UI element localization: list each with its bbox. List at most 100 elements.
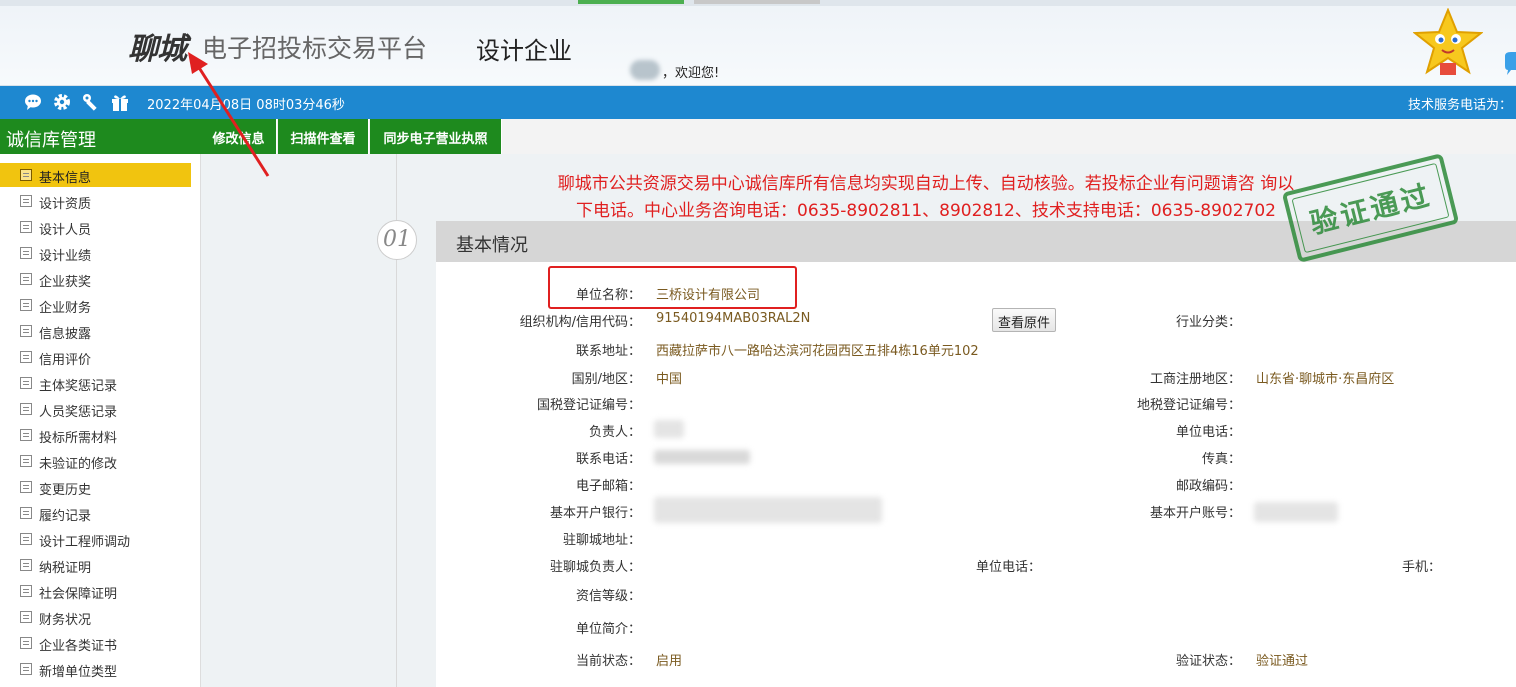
sidebar-item-social-security[interactable]: 社会保障证明 (0, 579, 191, 603)
tools-icon[interactable] (81, 92, 101, 112)
sidebar-item-finance[interactable]: 企业财务 (0, 293, 191, 317)
industry-label: 行业分类： (1175, 315, 1241, 330)
sidebar-item-certificates[interactable]: 企业各类证书 (0, 631, 191, 655)
document-icon (20, 611, 32, 623)
notice-banner: 聊城市公共资源交易中心诚信库所有信息均实现自动上传、自动核验。若投标企业有问题请… (436, 171, 1416, 225)
sidebar-item-label: 财务状况 (39, 613, 92, 628)
address-value: 西藏拉萨市八一路哈达滨河花园西区五排4栋16单元102 (656, 344, 979, 359)
sidebar-item-tax-proof[interactable]: 纳税证明 (0, 553, 191, 577)
sidebar-item-contract-records[interactable]: 履约记录 (0, 501, 191, 525)
sidebar-item-awards[interactable]: 企业获奖 (0, 267, 191, 291)
lc-principal-label: 驻聊城负责人： (549, 560, 641, 575)
country-value: 中国 (656, 372, 683, 387)
sidebar-item-entity-records[interactable]: 主体奖惩记录 (0, 371, 191, 395)
blurred-username (630, 60, 660, 80)
lc-address-label: 驻聊城地址： (562, 533, 641, 548)
sidebar-item-basic-info[interactable]: 基本信息 (0, 163, 191, 187)
document-icon (20, 403, 32, 415)
verify-status-label: 验证状态： (1175, 654, 1241, 669)
fax-label: 传真： (1201, 452, 1241, 467)
document-icon (20, 481, 32, 493)
document-icon (20, 455, 32, 467)
postcode-label: 邮政编码： (1175, 479, 1241, 494)
sidebar-item-design-qualification[interactable]: 设计资质 (0, 189, 191, 213)
logo-city: 聊城 (128, 32, 187, 67)
sidebar-item-label: 纳税证明 (39, 561, 92, 576)
sidebar-item-label: 履约记录 (39, 509, 92, 524)
sidebar-item-design-performance[interactable]: 设计业绩 (0, 241, 191, 265)
national-tax-label: 国税登记证编号： (536, 398, 641, 413)
document-icon (20, 195, 32, 207)
welcome-text: ，欢迎您! (662, 66, 720, 81)
sidebar-item-disclosure[interactable]: 信息披露 (0, 319, 191, 343)
user-role: 设计企业 (476, 37, 572, 65)
section-number: 01 (377, 220, 417, 260)
document-icon (20, 559, 32, 571)
sidebar-item-design-staff[interactable]: 设计人员 (0, 215, 191, 239)
verify-status-value: 验证通过 (1256, 654, 1309, 669)
document-icon (20, 507, 32, 519)
country-label: 国别/地区： (571, 372, 641, 387)
sidebar-item-financial-status[interactable]: 财务状况 (0, 605, 191, 629)
chat-icon[interactable] (23, 92, 43, 112)
mascot-star-icon[interactable] (1413, 8, 1483, 80)
contact-phone-label: 联系电话： (575, 452, 641, 467)
sidebar-item-label: 社会保障证明 (39, 587, 118, 602)
bank-account-redacted (1254, 502, 1338, 522)
sidebar-item-label: 设计工程师调动 (39, 535, 131, 550)
tab-sync-license[interactable]: 同步电子营业执照 (370, 119, 502, 154)
document-icon (20, 429, 32, 441)
chat-bubble-icon[interactable] (1503, 50, 1516, 78)
sidebar-item-bid-materials[interactable]: 投标所需材料 (0, 423, 191, 447)
sidebar-item-label: 设计资质 (39, 197, 92, 212)
top-tab-green[interactable] (578, 0, 684, 4)
gift-icon[interactable] (110, 92, 130, 112)
sidebar-item-unverified-changes[interactable]: 未验证的修改 (0, 449, 191, 473)
reg-area-label: 工商注册地区： (1149, 372, 1241, 387)
bank-value-redacted (654, 497, 882, 523)
bank-label: 基本开户银行： (549, 506, 641, 521)
email-label: 电子邮箱： (575, 479, 641, 494)
sidebar-item-label: 设计人员 (39, 223, 92, 238)
sidebar-item-engineer-transfer[interactable]: 设计工程师调动 (0, 527, 191, 551)
address-label: 联系地址： (575, 344, 641, 359)
sidebar-item-label: 人员奖惩记录 (39, 405, 118, 420)
document-icon (20, 221, 32, 233)
principal-value-redacted (654, 420, 684, 438)
document-icon (20, 663, 32, 675)
sidebar-item-new-unit-type[interactable]: 新增单位类型 (0, 657, 191, 681)
sidebar-item-label: 企业获奖 (39, 275, 92, 290)
sidebar-item-label: 企业各类证书 (39, 639, 118, 654)
profile-label: 单位简介： (575, 622, 641, 637)
sidebar-item-credit-rating[interactable]: 信用评价 (0, 345, 191, 369)
status-value: 启用 (656, 654, 683, 669)
support-phone-label: 技术服务电话为： (1407, 98, 1512, 113)
gear-icon[interactable] (52, 92, 72, 112)
sidebar-item-label: 变更历史 (39, 483, 92, 498)
sidebar-item-label: 基本信息 (39, 171, 92, 186)
principal-label: 负责人： (588, 425, 641, 440)
document-icon (20, 325, 32, 337)
tab-scan-view[interactable]: 扫描件查看 (278, 119, 369, 154)
sidebar-item-label: 新增单位类型 (39, 665, 118, 680)
sidebar-item-change-history[interactable]: 变更历史 (0, 475, 191, 499)
sidebar-item-label: 未验证的修改 (39, 457, 118, 472)
credit-level-label: 资信等级： (575, 589, 641, 604)
view-original-button[interactable]: 查看原件 (992, 308, 1056, 332)
org-code-label: 组织机构/信用代码： (519, 315, 641, 330)
sidebar-item-staff-records[interactable]: 人员奖惩记录 (0, 397, 191, 421)
unit-name-highlight (548, 266, 797, 309)
bank-account-label: 基本开户账号： (1149, 506, 1241, 521)
document-icon (20, 299, 32, 311)
top-tab-gray[interactable] (694, 0, 820, 4)
local-tax-label: 地税登记证编号： (1136, 398, 1241, 413)
document-icon (20, 585, 32, 597)
mobile-label: 手机： (1401, 560, 1441, 575)
notice-line-1: 聊城市公共资源交易中心诚信库所有信息均实现自动上传、自动核验。若投标企业有问题请… (557, 174, 1295, 194)
contact-phone-redacted (654, 450, 750, 464)
sidebar-item-label: 信息披露 (39, 327, 92, 342)
status-label: 当前状态： (575, 654, 641, 669)
document-icon (20, 169, 32, 181)
sidebar-item-label: 主体奖惩记录 (39, 379, 118, 394)
action-tab-bar: 修改信息 扫描件查看 同步电子营业执照 (201, 119, 1516, 154)
